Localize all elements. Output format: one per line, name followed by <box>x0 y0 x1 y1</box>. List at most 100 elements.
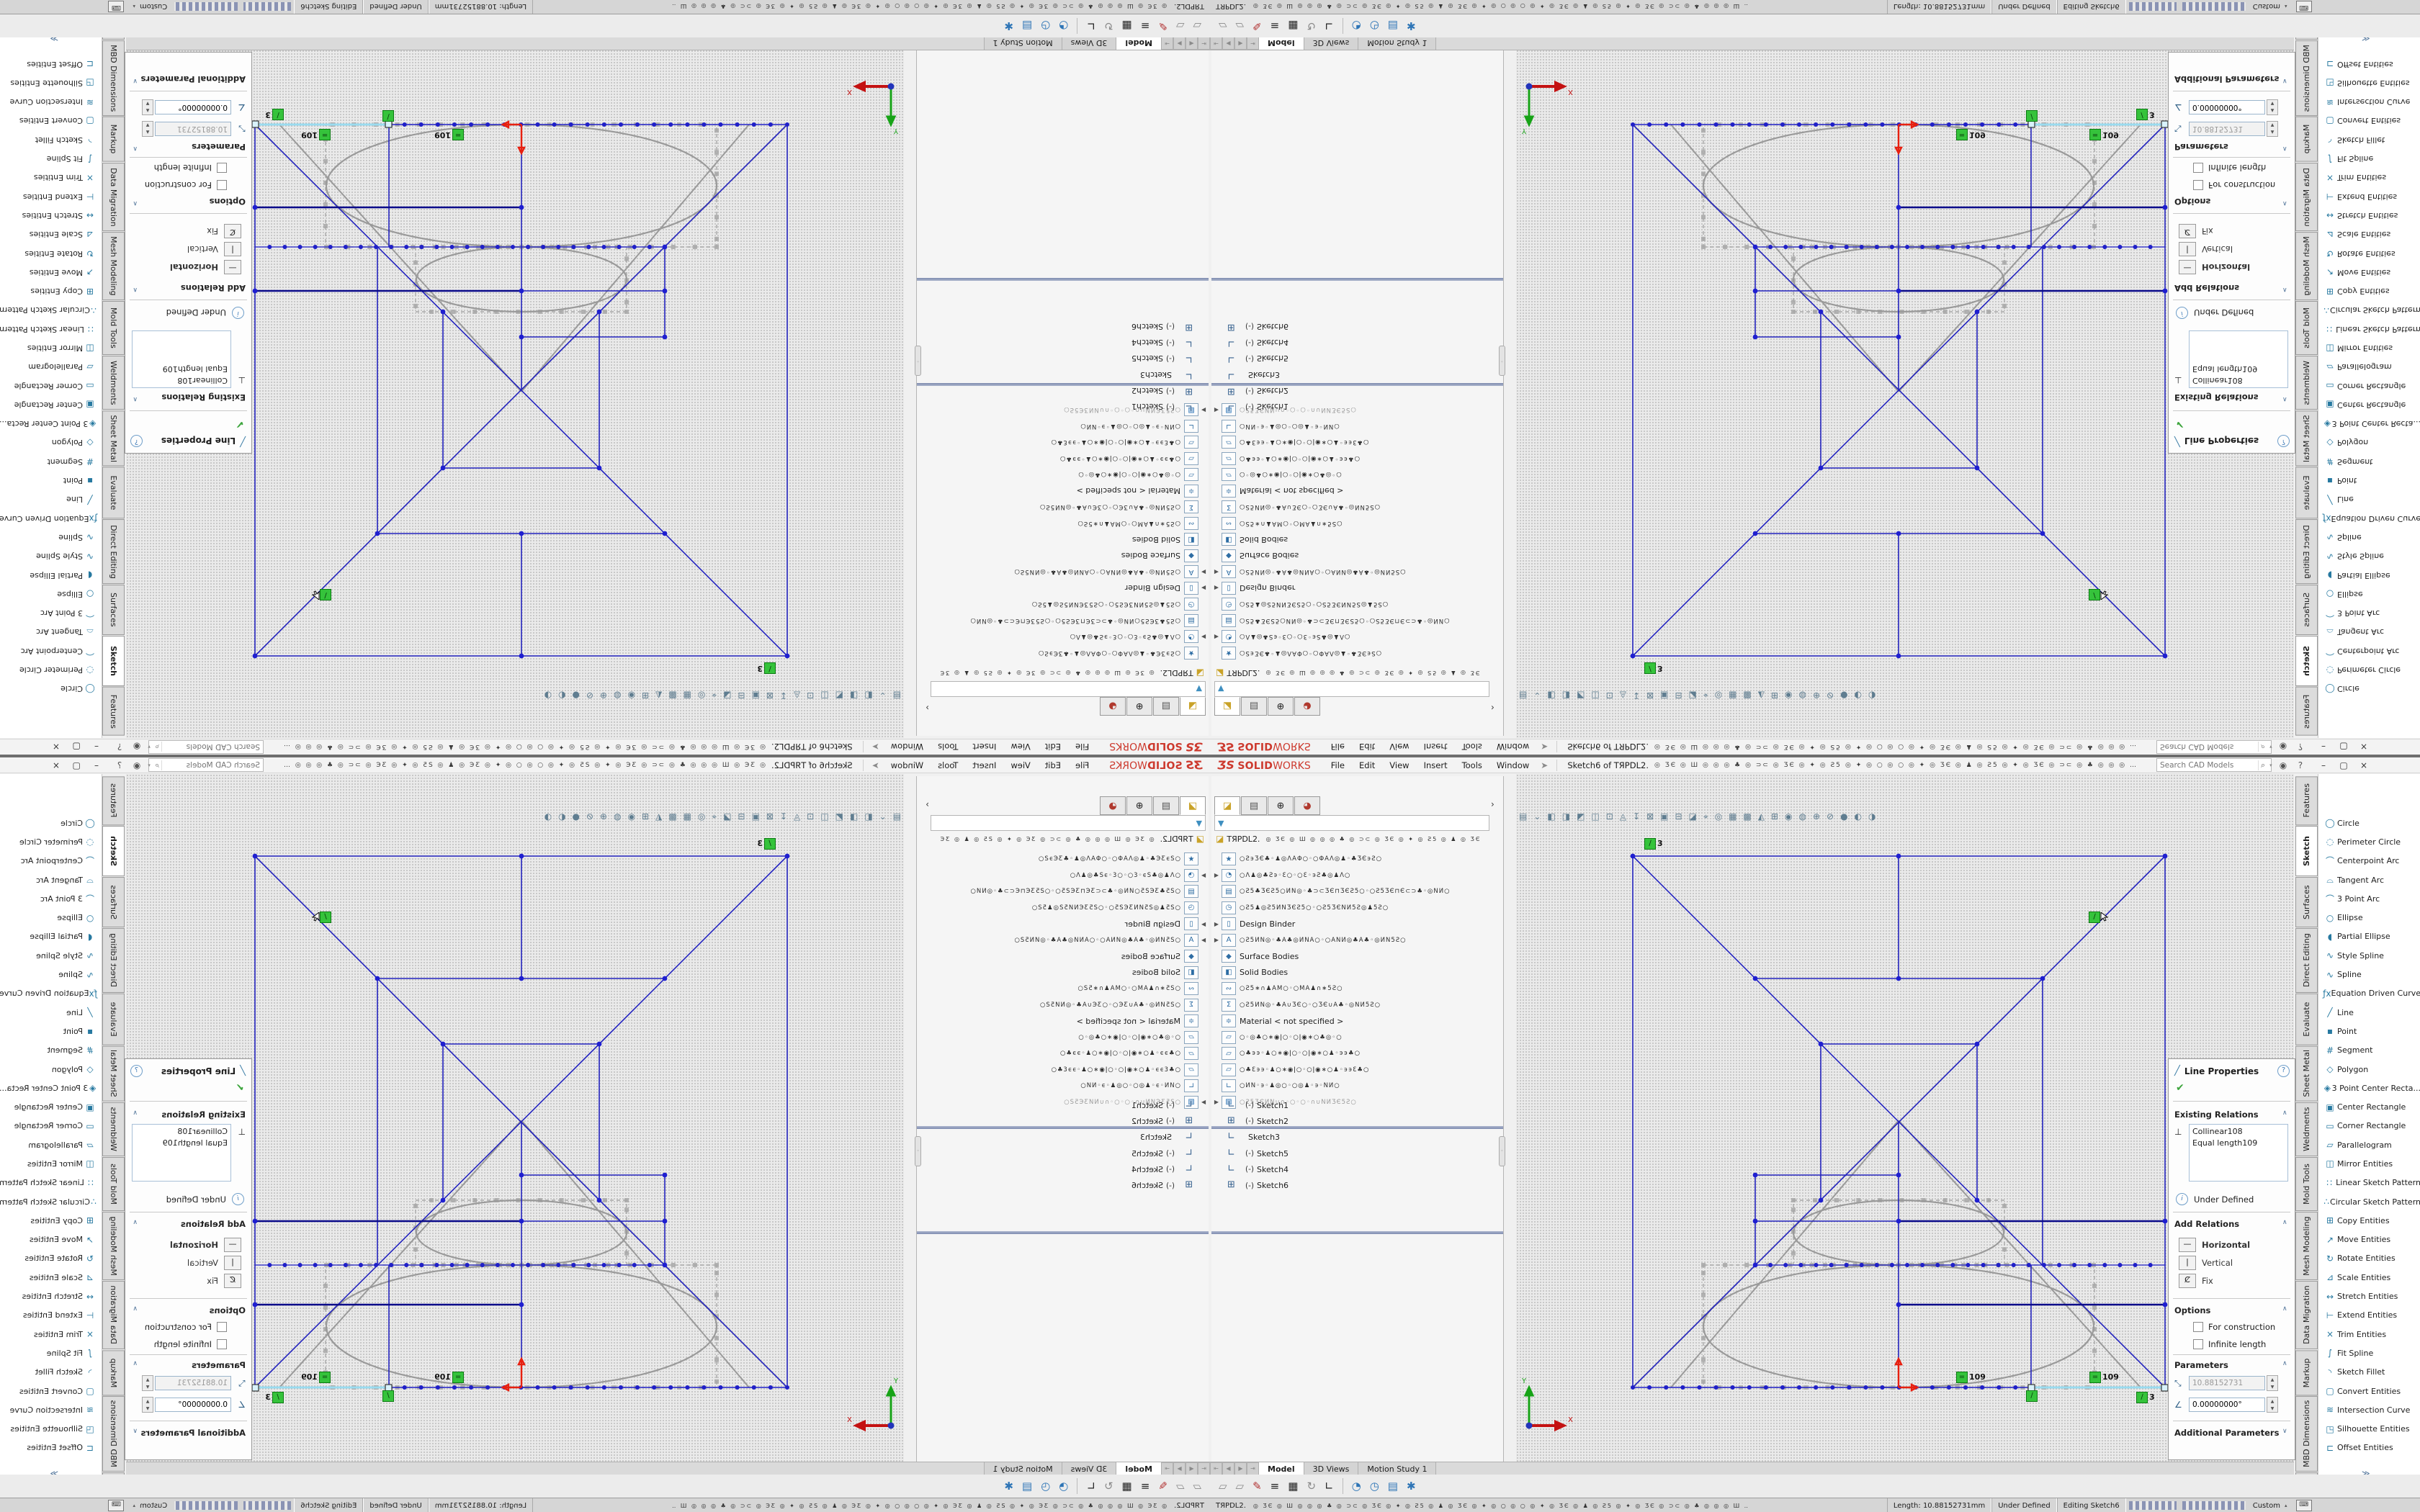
ok-check-icon[interactable]: ✔ <box>2176 1082 2184 1094</box>
tool-scale-entities[interactable]: ⊿Scale Entities <box>2318 225 2420 244</box>
table-icon[interactable]: ▦ <box>1122 1480 1132 1493</box>
menu-window[interactable]: Window <box>884 742 931 752</box>
tool-ellipse[interactable]: ○Ellipse <box>2318 585 2420 603</box>
pin-menu-icon[interactable]: ➤ <box>872 760 879 770</box>
add-vertical-button[interactable]: | Vertical <box>133 1256 241 1270</box>
tab-sheet-metal[interactable]: Sheet Metal <box>2295 410 2318 466</box>
last-tab-button[interactable]: ⇥ <box>1161 37 1173 50</box>
relations-listbox[interactable]: Collinear108 Equal length109 <box>132 330 231 388</box>
add-horizontal-button[interactable]: — Horizontal <box>133 260 241 274</box>
relation-badge[interactable]: ∕ <box>382 1390 394 1401</box>
equal-length-badge[interactable]: = 109 <box>434 130 464 140</box>
tool-segment[interactable]: #Segment <box>2318 452 2420 471</box>
collapse-caret-icon[interactable]: ∧ <box>2282 286 2287 293</box>
tab-featuremanager[interactable]: ◪ <box>1214 796 1240 815</box>
gear-icon[interactable]: ✱ <box>1004 1480 1013 1493</box>
help-icon[interactable]: ? <box>111 742 128 752</box>
relation-badge[interactable]: ∕ <box>312 912 331 922</box>
tool-center-rectangle[interactable]: ▣Center Rectangle <box>2318 1097 2420 1116</box>
collapse-caret-icon[interactable]: ∧ <box>2282 1360 2287 1367</box>
menu-insert[interactable]: Insert <box>965 760 1003 770</box>
tree-row-solid-bodies[interactable]: ◧Solid Bodies <box>1211 965 1503 981</box>
checkbox[interactable] <box>217 163 227 173</box>
tool-polygon[interactable]: ◇Polygon <box>0 433 102 452</box>
tool-linear-sketch-pattern[interactable]: ∷Linear Sketch Pattern <box>0 320 102 338</box>
relations-listbox[interactable]: Collinear108 Equal length109 <box>2189 330 2288 388</box>
relation-item[interactable]: Collinear108 <box>2192 374 2285 386</box>
close-button[interactable]: × <box>46 742 66 752</box>
tool-circular-sketch-pattern[interactable]: ∴Circular Sketch Pattern <box>0 1192 102 1211</box>
tree-row-sketch1[interactable]: ∟(-)Sketch1 <box>917 1097 1209 1113</box>
search-dropdown-icon[interactable]: ▾ <box>2267 762 2275 768</box>
search-input[interactable] <box>162 761 263 770</box>
collapse-caret-icon[interactable]: ∧ <box>2282 1110 2287 1117</box>
collapse-caret-icon[interactable]: ∧ <box>2282 395 2287 402</box>
tool-center-rectangle[interactable]: ▣Center Rectangle <box>0 1097 102 1116</box>
tab-mold-tools[interactable]: Mold Tools <box>2295 1157 2318 1211</box>
tool-ellipse[interactable]: ○Ellipse <box>0 585 102 603</box>
menu-file[interactable]: File <box>1068 742 1096 752</box>
for-construction-checkbox[interactable]: For construction <box>126 1320 227 1333</box>
tab-features[interactable]: Features <box>102 687 125 736</box>
list-icon[interactable]: ≡ <box>1270 1480 1280 1493</box>
tab-propertymanager[interactable]: ▤ <box>1241 796 1267 815</box>
tool-rotate-entities[interactable]: ↻Rotate Entities <box>2318 244 2420 263</box>
clock-arrow-icon[interactable]: ◔ <box>1059 19 1068 32</box>
sheet-icon[interactable]: ▱ <box>1193 19 1201 32</box>
menu-file[interactable]: File <box>1068 760 1096 770</box>
length-input[interactable] <box>155 122 231 136</box>
tree-row-sensors[interactable]: ▤○Ƨ5♣ƷЄƧ5○ИΝ◎◦♣⊃⊂ƷЄ⊓ƷЄƧ5○◦○Ƨ5ƷЄ⊓Є⊂⊃♣◦◎ΝИ… <box>917 883 1209 900</box>
tab-direct-editing[interactable]: Direct Editing <box>102 519 125 584</box>
status-custom-dropdown[interactable]: Custom ▴ <box>2249 1502 2292 1510</box>
status-custom-dropdown[interactable]: Custom ▴ <box>128 3 171 11</box>
tree-row-origin[interactable]: ∟○ИΝ◦϶◦♟◎○◦○◎♟◦϶◦ΝИ○ <box>1211 418 1503 435</box>
relation-item[interactable]: Collinear108 <box>2192 1126 2285 1138</box>
pin-menu-icon[interactable]: ➤ <box>872 742 879 752</box>
relation-badge[interactable]: ∕ 3 <box>265 109 284 120</box>
tool-partial-ellipse[interactable]: ◖Partial Ellipse <box>2318 927 2420 946</box>
search-box[interactable]: ⌕ ▾ <box>148 740 264 754</box>
search-icon[interactable]: ⌕ <box>2258 742 2267 752</box>
tool-3-point-center-rectangle[interactable]: ◈3 Point Center Recta... <box>2318 1079 2420 1097</box>
filter-input[interactable] <box>1227 819 1489 828</box>
sheet-icon[interactable]: ▱ <box>1219 1480 1227 1493</box>
tree-row-favorites[interactable]: ★○Ƨ϶ƷЄ♣◦♟◎ΛАΦ○◦○ΦАΛ◎♟◦♣ƷЄ϶Ƨ○ <box>917 645 1209 662</box>
tab-model[interactable]: Model <box>1116 37 1161 50</box>
tool-spline[interactable]: ∿Spline <box>2318 965 2420 984</box>
tool-trim-entities[interactable]: ×Trim Entities <box>0 1325 102 1344</box>
tree-row-origin[interactable]: ∟○ИΝ◦϶◦♟◎○◦○◎♟◦϶◦ΝИ○ <box>1211 1078 1503 1094</box>
tab-features[interactable]: Features <box>2295 776 2318 825</box>
relation-badge[interactable]: ∕ <box>2026 1390 2038 1401</box>
ok-check-icon[interactable]: ✔ <box>236 1082 244 1094</box>
help-icon[interactable]: ? <box>130 435 143 447</box>
tree-row-sketch5[interactable]: ∟(-)Sketch5 <box>917 351 1209 366</box>
tab-mbd-dimensions[interactable]: MBD Dimensions <box>102 40 125 116</box>
tab-surfaces[interactable]: Surfaces <box>102 585 125 635</box>
relation-badge[interactable]: ∕ 3 <box>2136 1392 2155 1403</box>
panel-overflow-chevron[interactable]: › <box>926 799 929 809</box>
tool-line[interactable]: ╱Line <box>2318 1003 2420 1022</box>
sketch-lines[interactable] <box>1633 125 2165 656</box>
tab-markup[interactable]: Markup <box>102 1350 125 1395</box>
tree-row[interactable]: ◷○Ƨ5♟◎Ƨ5ИΝƷЄƧ5○◦○Ƨ5ƷЄΝИ5Ƨ◎♟5Ƨ○ <box>1211 900 1503 917</box>
tree-row-solid-bodies[interactable]: ◧Solid Bodies <box>917 531 1209 548</box>
relation-badge[interactable]: ∕ 3 <box>757 838 776 849</box>
expand-caret-icon[interactable]: ∨ <box>133 1428 138 1435</box>
menu-insert[interactable]: Insert <box>1417 760 1455 770</box>
menu-tools[interactable]: Tools <box>1455 742 1489 752</box>
tool-tangent-arc[interactable]: ⌓Tangent Arc <box>2318 870 2420 889</box>
tool-fit-spline[interactable]: ∫Fit Spline <box>2318 149 2420 168</box>
tab-featuremanager[interactable]: ◪ <box>1180 796 1206 815</box>
tree-row-plane[interactable]: ▱○♣Ɛ϶϶◦♟○∗◉ǀ○◦○ǀ◉∗○♟◦϶϶Ɛ♣○ <box>917 434 1209 451</box>
tab-weldments[interactable]: Weldments <box>102 1102 125 1156</box>
menu-window[interactable]: Window <box>884 760 931 770</box>
user-account-icon[interactable]: ◉ <box>2275 760 2292 770</box>
tab-direct-editing[interactable]: Direct Editing <box>2295 928 2318 993</box>
checkbox[interactable] <box>2193 163 2203 173</box>
menu-tools[interactable]: Tools <box>1455 760 1489 770</box>
ok-check-icon[interactable]: ✔ <box>2176 418 2184 430</box>
tool-polygon[interactable]: ◇Polygon <box>2318 433 2420 452</box>
tree-row-solid-bodies[interactable]: ◧Solid Bodies <box>917 965 1209 981</box>
menu-insert[interactable]: Insert <box>1417 742 1455 752</box>
infinite-length-checkbox[interactable]: Infinite length <box>126 1338 227 1351</box>
